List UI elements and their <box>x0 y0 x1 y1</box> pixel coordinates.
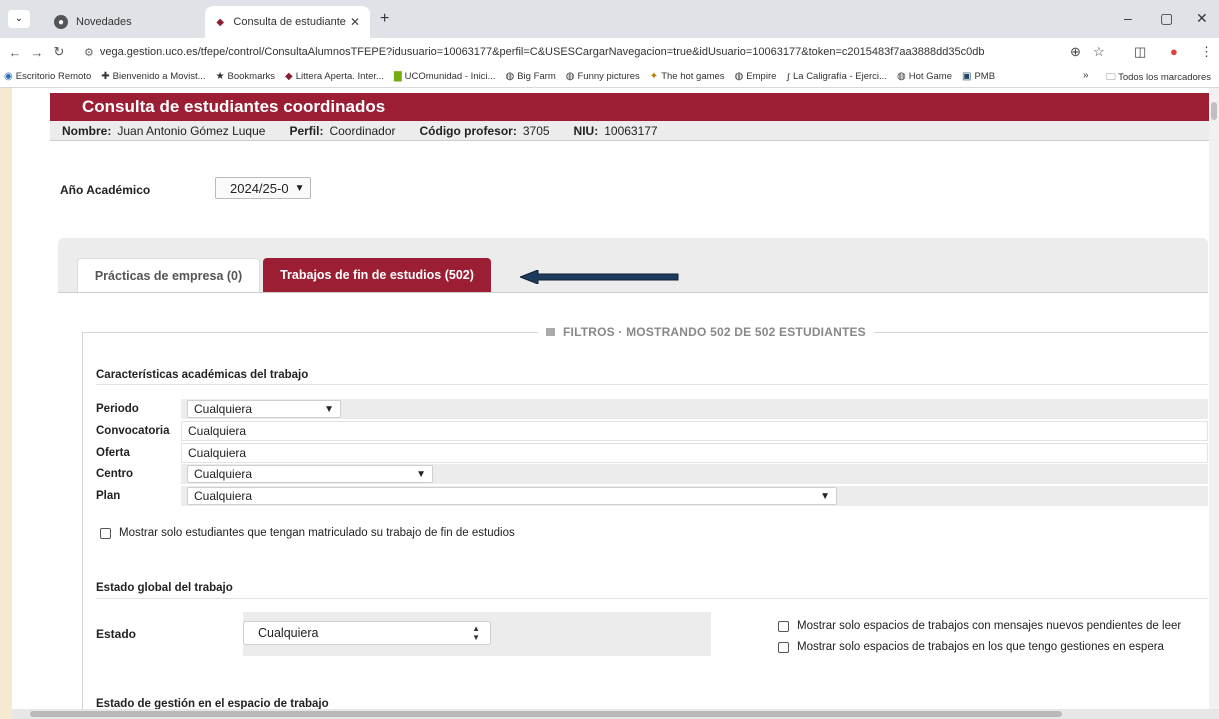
chevron-down-icon: ▼ <box>416 468 426 480</box>
teacher-code: 3705 <box>522 123 550 138</box>
bookmark-star-icon[interactable]: ☆ <box>1093 44 1105 60</box>
pmb-icon: ▣ <box>962 71 972 82</box>
bookmark-item[interactable]: ◍ Hot Game <box>897 71 952 82</box>
plus-icon: ✚ <box>101 71 110 82</box>
bookmark-item[interactable]: ◍ Empire <box>735 71 777 82</box>
star-icon: ★ <box>215 71 225 82</box>
bookmark-item[interactable]: ◍ Funny pictures <box>566 71 640 82</box>
browser-tab-strip: ⌄ ● Novedades ✕ ◆ Consulta de estudiante… <box>0 0 1219 38</box>
centro-select[interactable]: Cualquiera ▼ <box>187 465 433 483</box>
tab-trabajos-fin-estudios[interactable]: Trabajos de fin de estudios (502) <box>263 258 491 292</box>
bookmark-item[interactable]: ▣ PMB <box>962 71 995 82</box>
globe-icon: ◍ <box>896 71 906 82</box>
profile-avatar-icon[interactable]: ● <box>1170 44 1178 59</box>
all-bookmarks-button[interactable]: 🗀 Todos los marcadores <box>1106 70 1211 86</box>
tab-title: Novedades <box>76 16 132 28</box>
checkbox-matriculado[interactable]: Mostrar solo estudiantes que tengan matr… <box>100 527 515 539</box>
horizontal-scrollbar[interactable] <box>12 709 1219 719</box>
globe-icon: ◍ <box>505 71 515 82</box>
annotation-arrow-icon <box>520 270 679 284</box>
scroll-thumb[interactable] <box>30 711 1062 717</box>
zoom-icon[interactable]: ⊕ <box>1070 44 1081 60</box>
convocatoria-field[interactable]: Cualquiera <box>181 421 1208 441</box>
bookmarks-overflow-button[interactable]: » <box>1083 70 1089 81</box>
game-icon: ✦ <box>649 71 659 82</box>
address-bar[interactable]: ⚙ vega.gestion.uco.es/tfepe/control/Cons… <box>84 41 984 63</box>
back-icon[interactable]: ← <box>4 45 26 60</box>
bookmark-item[interactable]: ◍ Big Farm <box>505 71 555 82</box>
browser-toolbar: ← → ↻ ⚙ vega.gestion.uco.es/tfepe/contro… <box>0 38 1219 66</box>
updown-chevron-icon: ▲ ▼ <box>472 624 480 642</box>
minimize-icon[interactable]: – <box>1124 10 1132 26</box>
estado-label: Estado <box>96 627 137 641</box>
bookmark-item[interactable]: ◆ Littera Aperta. Inter... <box>285 71 384 82</box>
bookmark-item[interactable]: ✚ Bienvenido a Movist... <box>101 71 205 82</box>
url-text: vega.gestion.uco.es/tfepe/control/Consul… <box>99 46 984 58</box>
page-title: Consulta de estudiantes coordinados <box>50 93 1210 121</box>
window-close-icon[interactable]: ✕ <box>1196 10 1208 27</box>
bookmark-item[interactable]: ◉ Escritorio Remoto <box>4 71 91 82</box>
checkbox-box[interactable] <box>778 641 789 653</box>
checkbox-box[interactable] <box>778 620 789 632</box>
filter-row-oferta: Oferta Cualquiera <box>96 443 1208 463</box>
periodo-select[interactable]: Cualquiera ▼ <box>187 400 341 418</box>
estado-select[interactable]: Cualquiera ▲ ▼ <box>243 621 491 645</box>
vertical-scrollbar[interactable] <box>1209 88 1219 709</box>
niu-value: 10063177 <box>604 123 658 138</box>
chevron-down-icon: ▼ <box>324 403 334 415</box>
uco-icon: ▇ <box>393 71 402 82</box>
bookmark-item[interactable]: ★ Bookmarks <box>216 71 275 82</box>
extensions-icon[interactable]: ◫ <box>1134 44 1146 60</box>
filter-row-periodo: Periodo Cualquiera ▼ <box>96 399 1208 419</box>
site-settings-icon[interactable]: ⚙ <box>84 46 94 59</box>
user-info-bar: Nombre: Juan Antonio Gómez Luque Perfil: C… <box>50 121 1210 141</box>
bookmark-item[interactable]: ▇ UCOmunidad - Inici... <box>394 71 496 82</box>
bookmark-item[interactable]: ꭍ La Caligrafía - Ejerci... <box>786 70 887 84</box>
section-divider <box>96 598 1208 599</box>
scroll-thumb[interactable] <box>1211 102 1217 120</box>
close-icon[interactable]: ✕ <box>346 15 364 29</box>
folder-icon: 🗀 <box>1106 72 1119 83</box>
tab-practicas-empresa[interactable]: Prácticas de empresa (0) <box>77 258 260 292</box>
browser-tab-consulta[interactable]: ◆ Consulta de estudiantes por co ✕ <box>205 6 370 38</box>
academic-year-label: Año Académico <box>60 183 151 197</box>
section-academic-title: Características académicas del trabajo <box>96 369 309 381</box>
filter-row-plan: Plan Cualquiera ▼ <box>96 486 1208 506</box>
chevron-down-icon: ▼ <box>294 182 305 194</box>
chevron-down-icon: ▼ <box>820 490 830 502</box>
globe-icon: ◍ <box>734 71 744 82</box>
filter-row-centro: Centro Cualquiera ▼ <box>96 464 1208 484</box>
globe-icon: ◍ <box>565 71 575 82</box>
calligraphy-icon: ꭍ <box>786 72 790 84</box>
section-global-title: Estado global del trabajo <box>96 582 233 594</box>
oferta-field[interactable]: Cualquiera <box>181 443 1208 463</box>
filters-legend[interactable]: FILTROS · MOSTRANDO 502 DE 502 ESTUDIANT… <box>538 325 874 339</box>
tab-search-icon[interactable]: ⌄ <box>8 10 30 28</box>
user-profile: Coordinador <box>329 123 396 138</box>
new-tab-icon[interactable]: + <box>380 10 389 28</box>
bookmark-item[interactable]: ✦ The hot games <box>650 71 725 82</box>
tab-title: Consulta de estudiantes por co <box>233 16 346 28</box>
filter-row-convocatoria: Convocatoria Cualquiera <box>96 421 1208 441</box>
globe-icon: ● <box>54 15 68 29</box>
checkbox-box[interactable] <box>100 527 111 539</box>
maximize-icon[interactable]: ▢ <box>1160 10 1173 27</box>
browser-tab-novedades[interactable]: ● Novedades ✕ <box>46 6 226 38</box>
checkbox-gestiones[interactable]: Mostrar solo espacios de trabajos en los… <box>778 641 1164 653</box>
bookmarks-bar: ◉ Escritorio Remoto ✚ Bienvenido a Movist.… <box>0 66 1219 88</box>
checkbox-mensajes[interactable]: Mostrar solo espacios de trabajos con me… <box>778 620 1181 632</box>
collapse-icon <box>546 328 555 336</box>
shield-icon: ◆ <box>285 71 293 82</box>
academic-year-select[interactable]: 2024/25-0 ▼ <box>215 177 311 199</box>
menu-kebab-icon[interactable]: ⋮ <box>1200 44 1213 60</box>
reload-icon[interactable]: ↻ <box>48 44 70 60</box>
user-name: Juan Antonio Gómez Luque <box>117 123 266 138</box>
remote-icon: ◉ <box>4 71 13 82</box>
forward-icon[interactable]: → <box>26 45 48 60</box>
section-divider <box>96 384 1208 385</box>
shield-icon: ◆ <box>216 16 225 28</box>
plan-select[interactable]: Cualquiera ▼ <box>187 487 837 505</box>
